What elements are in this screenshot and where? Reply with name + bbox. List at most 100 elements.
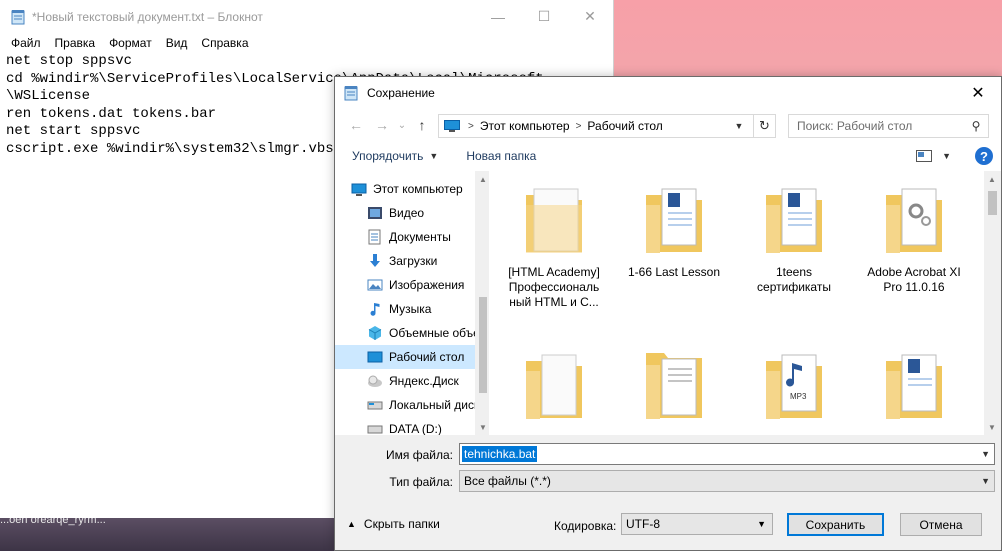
folder-item[interactable]: 1-66 Last Lesson: [624, 181, 724, 280]
dialog-titlebar[interactable]: Сохранение ✕: [335, 77, 1001, 109]
computer-icon: [351, 183, 367, 196]
folder-mp3-icon: MP3: [766, 354, 822, 419]
video-icon: [368, 207, 382, 219]
save-dialog: Сохранение ✕ ← → ⌄ ↑ > Этот компьютер > …: [334, 76, 1002, 551]
folder-word-icon: [646, 188, 702, 253]
up-button[interactable]: ↑: [409, 113, 435, 137]
documents-icon: [368, 229, 381, 245]
scrollbar-thumb[interactable]: [479, 297, 487, 393]
recent-locations-button[interactable]: ⌄: [395, 113, 409, 137]
chevron-right-icon: >: [575, 120, 582, 132]
folder-item[interactable]: [504, 347, 604, 431]
nav-item-downloads[interactable]: Загрузки: [335, 249, 475, 273]
minimize-button[interactable]: —: [475, 0, 521, 33]
nav-item-label: Изображения: [389, 278, 465, 292]
encoding-value: UTF-8: [626, 517, 660, 531]
search-input[interactable]: Поиск: Рабочий стол ⚲: [788, 114, 989, 138]
scroll-down-icon[interactable]: ▼: [984, 419, 1000, 435]
notepad-menubar: Файл Правка Формат Вид Справка: [0, 33, 613, 53]
chevron-down-icon: ▼: [429, 151, 439, 161]
drive-icon: [367, 425, 383, 434]
folder-item[interactable]: [HTML Academy] Профессиональ ный HTML и …: [504, 181, 604, 310]
maximize-button[interactable]: ☐: [521, 0, 567, 33]
scroll-up-icon[interactable]: ▲: [475, 171, 489, 187]
menu-format[interactable]: Формат: [102, 36, 159, 50]
search-placeholder: Поиск: Рабочий стол: [797, 119, 913, 133]
nav-item-music[interactable]: Музыка: [335, 297, 475, 321]
nav-pane-scrollbar[interactable]: ▲ ▼: [475, 171, 489, 435]
encoding-select[interactable]: UTF-8 ▼: [621, 513, 773, 535]
nav-item-pictures[interactable]: Изображения: [335, 273, 475, 297]
folder-label: 1-66 Last Lesson: [627, 265, 721, 279]
folder-item[interactable]: [624, 347, 724, 431]
organize-button[interactable]: Упорядочить ▼: [352, 149, 438, 163]
folder-label: Adobe Acrobat XI Pro 11.0.16: [867, 265, 961, 294]
breadcrumb-desktop[interactable]: Рабочий стол: [583, 119, 666, 133]
forward-button[interactable]: →: [369, 113, 395, 137]
nav-item-yandex-disk[interactable]: Яндекс.Диск: [335, 369, 475, 393]
filename-input[interactable]: tehnichka.bat ▼: [459, 443, 995, 465]
back-button[interactable]: ←: [343, 113, 369, 137]
scroll-up-icon[interactable]: ▲: [984, 171, 1000, 187]
nav-item-label: Видео: [389, 206, 425, 220]
scrollbar-thumb[interactable]: [988, 191, 997, 215]
folder-item[interactable]: 1teens сертификаты: [744, 181, 844, 295]
computer-icon: [444, 120, 460, 132]
chevron-down-icon[interactable]: ▼: [729, 115, 749, 137]
music-icon: [370, 303, 380, 316]
nav-item-label: Документы: [389, 230, 451, 244]
view-options-icon[interactable]: [916, 150, 933, 162]
folder-item[interactable]: Adobe Acrobat XI Pro 11.0.16: [864, 181, 964, 295]
nav-item-desktop[interactable]: Рабочий стол: [335, 345, 475, 369]
folder-word-icon: [886, 354, 942, 419]
filetype-select[interactable]: Все файлы (*.*) ▼: [459, 470, 995, 492]
chevron-down-icon[interactable]: ▼: [942, 151, 951, 161]
new-folder-button[interactable]: Новая папка: [466, 149, 536, 163]
menu-file[interactable]: Файл: [4, 36, 48, 50]
svg-text:MP3: MP3: [790, 392, 807, 401]
folder-item[interactable]: [864, 347, 964, 431]
nav-item-documents[interactable]: Документы: [335, 225, 475, 249]
close-button[interactable]: ✕: [567, 0, 613, 33]
menu-help[interactable]: Справка: [194, 36, 255, 50]
dialog-title: Сохранение: [367, 86, 435, 100]
desktop-icon: [367, 351, 383, 363]
scroll-down-icon[interactable]: ▼: [475, 419, 489, 435]
menu-edit[interactable]: Правка: [48, 36, 103, 50]
files-view: [HTML Academy] Профессиональ ный HTML и …: [491, 171, 985, 435]
filetype-label: Тип файла:: [389, 475, 453, 489]
yandex-disk-icon: [368, 375, 382, 387]
nav-item-label: DATA (D:): [389, 422, 442, 435]
chevron-down-icon[interactable]: ▼: [981, 449, 990, 459]
files-scrollbar[interactable]: ▲ ▼: [984, 171, 1001, 435]
notepad-title: *Новый текстовый документ.txt – Блокнот: [32, 9, 263, 24]
dialog-close-button[interactable]: ✕: [955, 77, 1001, 109]
chevron-up-icon: ▲: [347, 519, 356, 529]
help-icon[interactable]: ?: [975, 147, 993, 165]
notepad-titlebar[interactable]: *Новый текстовый документ.txt – Блокнот …: [0, 0, 613, 33]
filetype-value: Все файлы (*.*): [464, 474, 551, 488]
address-bar[interactable]: > Этот компьютер > Рабочий стол ▼ ↻: [438, 114, 776, 138]
cancel-button[interactable]: Отмена: [900, 513, 982, 536]
organize-label: Упорядочить: [352, 149, 424, 163]
nav-item-data-drive[interactable]: DATA (D:): [335, 417, 475, 435]
folder-blank-icon: [526, 354, 582, 419]
search-icon[interactable]: ⚲: [964, 119, 988, 133]
notepad-app-icon: [344, 86, 358, 101]
chevron-right-icon: >: [468, 120, 474, 132]
chevron-down-icon: ▼: [981, 476, 990, 486]
nav-item-video[interactable]: Видео: [335, 201, 475, 225]
folder-label: 1teens сертификаты: [757, 265, 831, 294]
nav-item-label: Яндекс.Диск: [389, 374, 459, 388]
nav-item-local-disk[interactable]: Локальный диск (C:): [335, 393, 475, 417]
drive-icon: [367, 401, 383, 410]
menu-view[interactable]: Вид: [159, 36, 195, 50]
nav-item-this-pc[interactable]: Этот компьютер: [335, 177, 475, 201]
save-button[interactable]: Сохранить: [787, 513, 884, 536]
breadcrumb-this-pc[interactable]: Этот компьютер: [476, 119, 574, 133]
refresh-icon[interactable]: ↻: [753, 115, 775, 137]
folder-item[interactable]: MP3: [744, 347, 844, 431]
nav-item-3d-objects[interactable]: Объемные объекты: [335, 321, 475, 345]
hide-folders-label: Скрыть папки: [363, 517, 440, 531]
hide-folders-button[interactable]: ▲ Скрыть папки: [347, 517, 440, 531]
